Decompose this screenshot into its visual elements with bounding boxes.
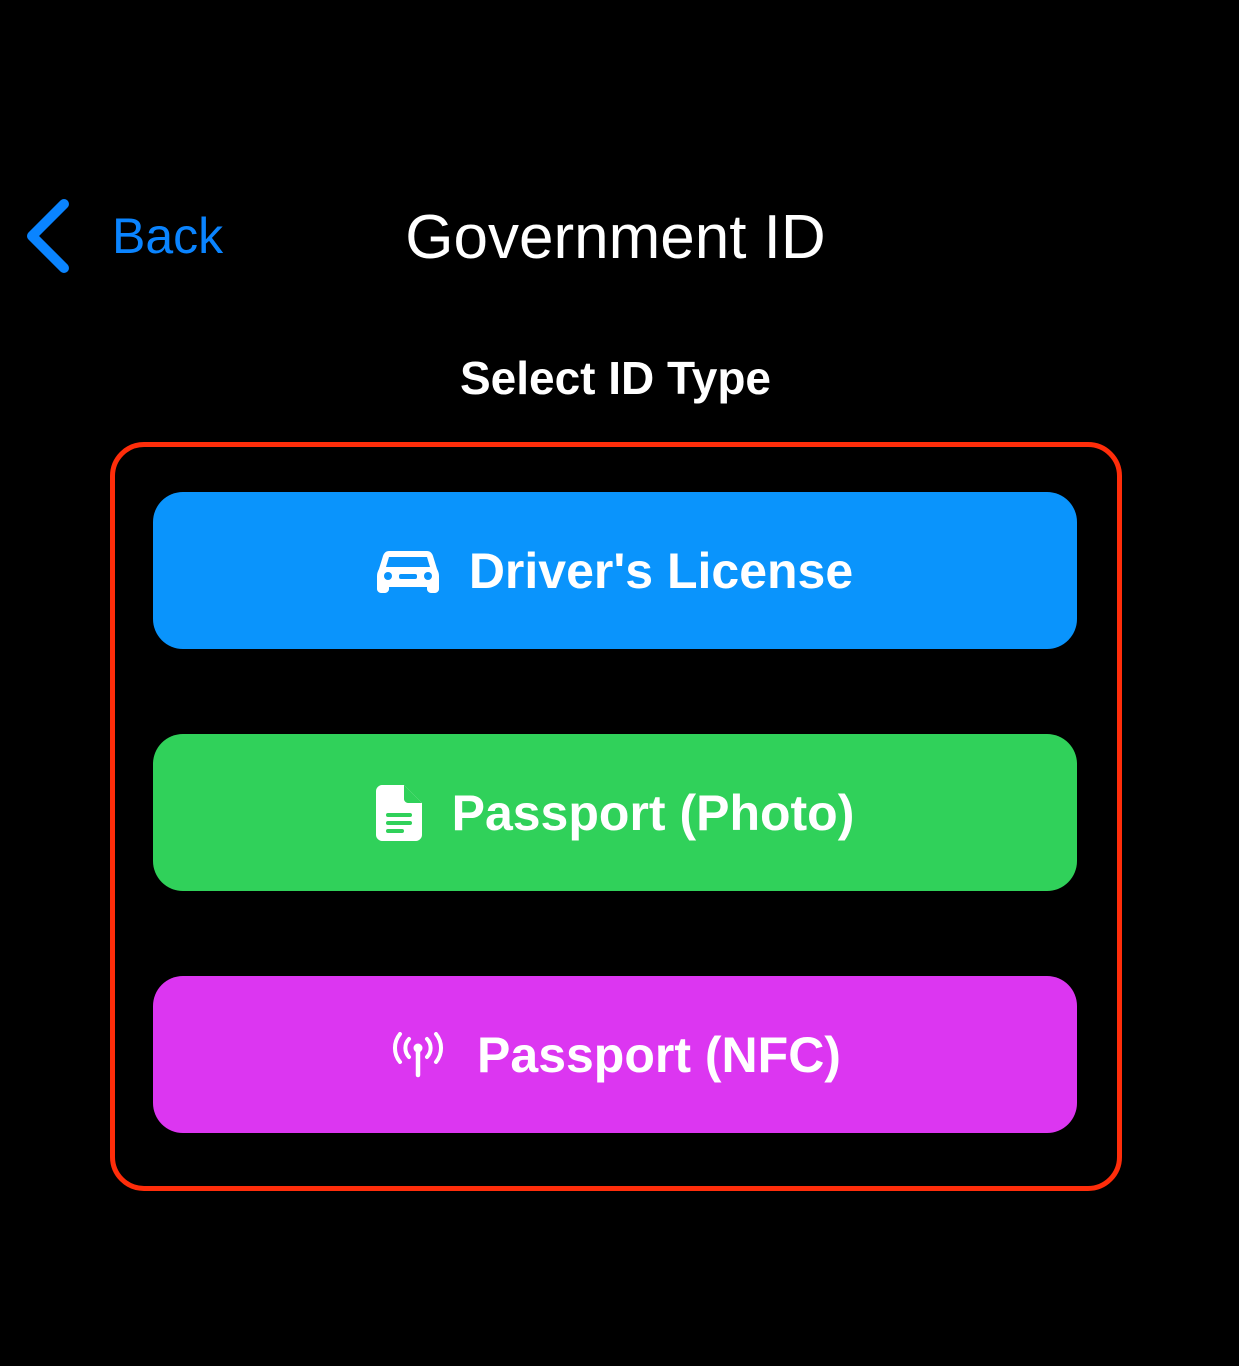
passport-nfc-label: Passport (NFC) — [477, 1026, 841, 1083]
passport-nfc-button[interactable]: Passport (NFC) — [153, 976, 1077, 1133]
section-title: Select ID Type — [459, 352, 772, 404]
passport-photo-button[interactable]: Passport (Photo) — [153, 734, 1077, 891]
car-icon — [376, 550, 439, 593]
document-icon — [375, 784, 422, 841]
page-title: Government ID — [405, 203, 826, 272]
passport-photo-label: Passport (Photo) — [451, 784, 855, 841]
antenna-icon — [393, 1031, 444, 1077]
drivers-license-button[interactable]: Driver's License — [153, 492, 1077, 649]
drivers-license-label: Driver's License — [468, 542, 854, 599]
